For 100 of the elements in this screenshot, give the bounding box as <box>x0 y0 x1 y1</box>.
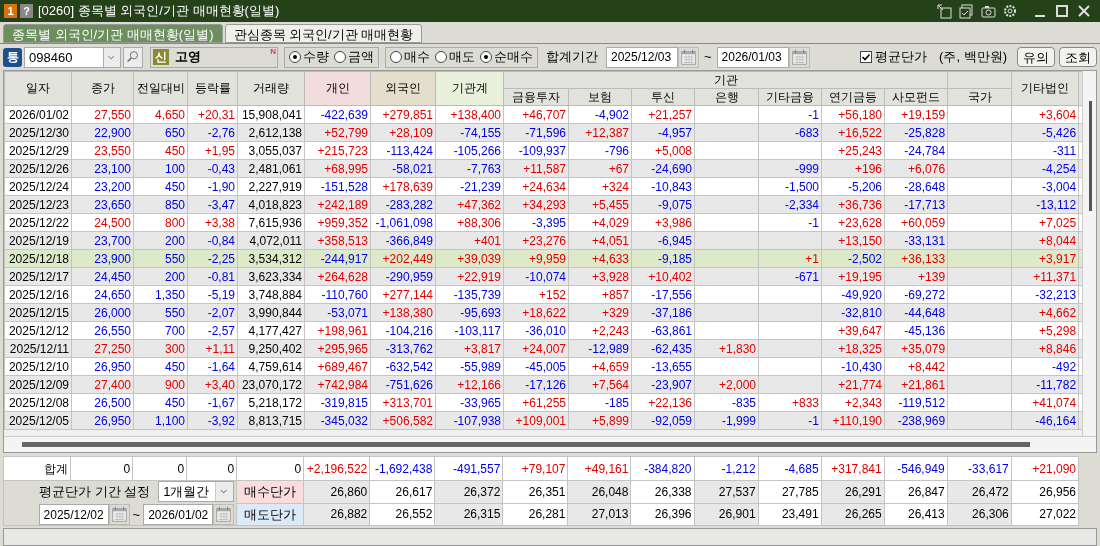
table-cell: +2,196,522 <box>303 456 370 481</box>
stock-name: 고영 <box>175 48 201 67</box>
maximize-icon[interactable] <box>1054 3 1070 19</box>
table-cell: 3,748,884 <box>237 285 305 304</box>
table-cell: -2,57 <box>187 321 238 340</box>
table-cell: 3,990,844 <box>237 303 305 322</box>
tilde-text: ~ <box>704 48 712 67</box>
table-cell: -2,25 <box>187 249 238 268</box>
avg-price-checkbox[interactable]: 평균단가 <box>860 47 928 67</box>
radio-button[interactable] <box>480 51 492 63</box>
tilde-text: ~ <box>132 505 141 524</box>
action-button[interactable]: 유의 <box>1017 47 1055 67</box>
table-cell: +3,986 <box>631 213 695 232</box>
table-cell: -311 <box>1011 141 1079 160</box>
scrollbar-thumb[interactable] <box>22 442 1030 447</box>
expand-icon[interactable] <box>936 3 952 19</box>
table-cell: +47,362 <box>435 195 504 214</box>
column-header: 등락률 <box>187 71 238 106</box>
table-cell: -33,617 <box>947 456 1012 481</box>
radio-option[interactable]: 수량 <box>289 47 329 67</box>
table-cell: -366,849 <box>370 231 436 250</box>
table-cell: -12,989 <box>568 339 632 358</box>
date-field[interactable]: 2025/12/02 <box>38 504 109 525</box>
period-select[interactable]: 1개월간 <box>158 481 235 502</box>
radio-button[interactable] <box>289 51 301 63</box>
table-cell: +46,707 <box>503 105 569 124</box>
table-cell: -62,435 <box>631 339 695 358</box>
table-cell: -1,692,438 <box>369 456 435 481</box>
table-cell: -4,957 <box>631 123 695 142</box>
tab[interactable]: 관심종목 외국인/기관 매매현황 <box>224 24 423 43</box>
table-cell: 26,000 <box>71 303 134 322</box>
table-cell: 300 <box>133 339 188 358</box>
table-cell: -119,512 <box>884 393 948 412</box>
table-cell: 23,550 <box>71 141 134 160</box>
settings-icon[interactable] <box>1002 3 1018 19</box>
table-cell: -107,938 <box>435 411 504 430</box>
table-cell: +24,007 <box>503 339 569 358</box>
camera-icon[interactable] <box>980 3 996 19</box>
table-cell: 2025/12/26 <box>4 159 72 178</box>
table-cell: -10,843 <box>631 177 695 196</box>
table-cell: +317,841 <box>821 456 885 481</box>
radio-option[interactable]: 순매수 <box>480 47 533 67</box>
table-cell: -7,763 <box>435 159 504 178</box>
table-cell: 850 <box>133 195 188 214</box>
window-badge[interactable]: ? <box>20 4 33 18</box>
date-field[interactable]: 2026/01/02 <box>143 504 214 525</box>
new-mark: N <box>270 45 276 58</box>
table-cell: -3,47 <box>187 195 238 214</box>
period-setting-label: 평균단가 기간 설정 <box>38 482 151 501</box>
table-cell: -313,762 <box>370 339 436 358</box>
table-cell: +60,059 <box>884 213 948 232</box>
table-cell: +49,161 <box>567 456 631 481</box>
table-cell: 550 <box>133 249 188 268</box>
checkbox[interactable] <box>860 51 873 63</box>
action-button[interactable]: 조회 <box>1059 47 1097 67</box>
table-cell: +68,995 <box>304 159 371 178</box>
date-field[interactable]: 2026/01/03 <box>716 46 789 68</box>
table-cell: +152 <box>503 285 569 304</box>
table-cell: -33,965 <box>435 393 504 412</box>
column-header: 일자 <box>4 71 72 106</box>
date-field[interactable]: 2025/12/03 <box>606 46 678 68</box>
tab[interactable]: 종목별 외국인/기관 매매현황(일별) <box>3 24 223 43</box>
stock-badge: 신 <box>153 49 169 65</box>
radio-option[interactable]: 금액 <box>334 47 374 67</box>
table-cell: -24,690 <box>631 159 695 178</box>
table-cell: -10,430 <box>821 357 885 376</box>
table-cell: +34,293 <box>503 195 569 214</box>
table-cell: +2,000 <box>694 375 759 394</box>
radio-button[interactable] <box>334 51 346 63</box>
close-icon[interactable] <box>1076 3 1092 19</box>
table-cell: -9,185 <box>631 249 695 268</box>
table-cell: +110,190 <box>821 411 885 430</box>
table-cell: +3,40 <box>187 375 238 394</box>
table-cell: -17,556 <box>631 285 695 304</box>
table-cell: +401 <box>435 231 504 250</box>
code-field[interactable]: 098460 <box>24 46 104 68</box>
table-cell: +1 <box>758 249 822 268</box>
table-cell: -3,395 <box>503 213 569 232</box>
market-badge[interactable]: 통 <box>3 47 22 67</box>
table-cell: +22,136 <box>631 393 695 412</box>
radio-button[interactable] <box>435 51 447 63</box>
radio-option[interactable]: 매수 <box>390 47 430 67</box>
radio-option[interactable]: 매도 <box>435 47 475 67</box>
table-cell: -1 <box>758 213 822 232</box>
checklist-icon[interactable] <box>958 3 974 19</box>
table-cell: +2,343 <box>821 393 885 412</box>
table-cell: +19,195 <box>821 267 885 286</box>
scrollbar-thumb[interactable] <box>1089 101 1092 211</box>
table-cell: -319,815 <box>304 393 371 412</box>
table-cell: 2025/12/05 <box>4 411 72 430</box>
table-cell: -1 <box>758 411 822 430</box>
table-cell: 450 <box>133 357 188 376</box>
table-cell: -24,784 <box>884 141 948 160</box>
table-cell: 4,177,427 <box>237 321 305 340</box>
radio-button[interactable] <box>390 51 402 63</box>
table-cell: 550 <box>133 303 188 322</box>
table-cell: -113,424 <box>370 141 436 160</box>
table-cell: +18,325 <box>821 339 885 358</box>
search-icon[interactable] <box>123 46 143 68</box>
table-cell: -71,596 <box>503 123 569 142</box>
